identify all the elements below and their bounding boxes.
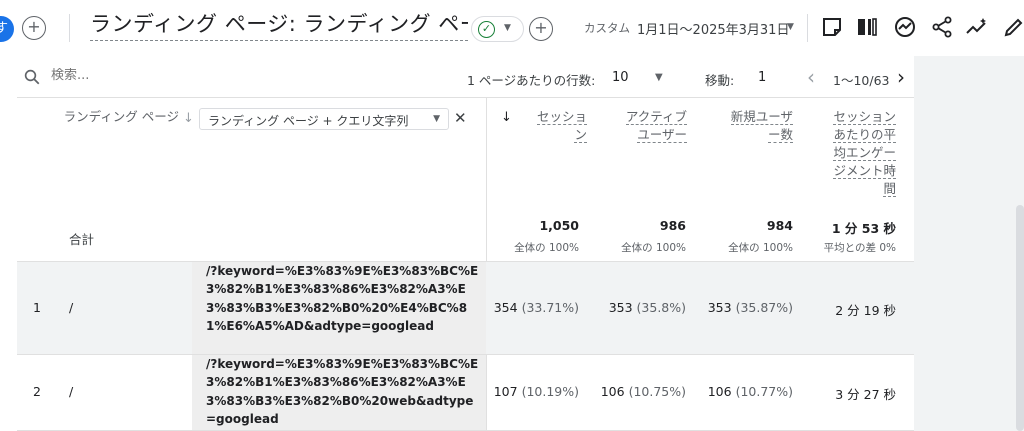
dimension-header[interactable]: ランディング ページ [63, 108, 179, 126]
secondary-dimension-select[interactable]: ランディング ページ + クエリ文字列 ▼ [199, 108, 449, 130]
new-users-cell: 353 (35.87%) [707, 300, 793, 315]
row-number: 1 [33, 300, 41, 315]
chevron-down-icon[interactable]: ▼ [787, 22, 794, 32]
search-input[interactable] [51, 68, 251, 83]
engagement-time-cell: 3 分 27 秒 [835, 387, 896, 402]
table-header: ランディング ページ ↓ ランディング ページ + クエリ文字列 ▼ ✕ ↓ セ… [17, 98, 914, 262]
chevron-down-icon[interactable]: ▼ [655, 72, 663, 83]
page-title[interactable]: ランディング ページ: ランディング ページ [90, 10, 468, 41]
side-panel [914, 56, 1024, 431]
sort-arrow-icon[interactable]: ↓ [183, 111, 194, 126]
chevron-down-icon: ▼ [504, 23, 511, 33]
next-page-button[interactable]: › [897, 65, 905, 89]
total-sub: 全体の 100% [728, 242, 793, 254]
column-header-avg-engagement[interactable]: セッションあたりの平均エンゲージメント時間 [830, 108, 896, 198]
report-table: 1 ページあたりの行数: 10 ▼ 移動: 1 ‹ 1～10/63 › ランディ… [17, 56, 914, 431]
compare-columns-icon[interactable] [855, 15, 879, 39]
share-icon[interactable] [930, 15, 954, 39]
total-sub: 全体の 100% [514, 242, 579, 254]
previous-page-button[interactable]: ‹ [807, 65, 815, 89]
row-secondary-dimension: /?keyword=%E3%83%9E%E3%83%BC%E3%82%B1%E3… [206, 264, 479, 334]
search-icon [24, 69, 40, 85]
total-sub: 全体の 100% [621, 242, 686, 254]
report-page: す + ランディング ページ: ランディング ページ ✓ ▼ + カスタム 1月… [0, 0, 1024, 431]
total-value: 986 [659, 218, 686, 233]
sessions-cell: 354 (33.71%) [493, 300, 579, 315]
edit-note-icon[interactable] [820, 15, 844, 39]
pagination-status: 1～10/63 [833, 73, 890, 88]
active-users-cell: 106 (10.75%) [600, 384, 686, 399]
divider [69, 14, 70, 42]
sessions-cell: 107 (10.19%) [493, 384, 579, 399]
status-dropdown[interactable]: ✓ ▼ [471, 16, 524, 42]
engagement-time-cell: 2 分 19 秒 [835, 303, 896, 318]
column-header-active-users[interactable]: アクティブ ユーザー [617, 108, 687, 144]
date-range-type: カスタム [584, 21, 630, 35]
rows-per-page-label: 1 ページあたりの行数: [467, 73, 596, 88]
add-comparison-button[interactable]: + [22, 16, 46, 40]
total-value: 984 [766, 218, 793, 233]
row-dimension: / [69, 300, 74, 315]
rows-per-page-select[interactable]: 10 [612, 70, 629, 85]
row-secondary-dimension: /?keyword=%E3%83%9E%E3%83%BC%E3%82%B1%E3… [206, 357, 479, 427]
active-users-cell: 353 (35.8%) [608, 300, 686, 315]
row-dimension: / [69, 384, 74, 399]
total-label: 合計 [69, 232, 95, 247]
add-filter-button[interactable]: + [529, 17, 553, 41]
close-icon[interactable]: ✕ [454, 109, 467, 127]
chevron-down-icon: ▼ [433, 114, 440, 124]
goto-label: 移動: [705, 73, 735, 88]
goto-page-input[interactable]: 1 [758, 70, 766, 85]
column-header-sessions[interactable]: セッション [525, 108, 587, 144]
total-value: 1,050 [539, 218, 579, 233]
sort-arrow-icon[interactable]: ↓ [501, 110, 512, 125]
check-circle-icon: ✓ [478, 21, 495, 38]
total-value: 1 分 53 秒 [831, 221, 896, 236]
table-row[interactable]: 2 / /?keyword=%E3%83%9E%E3%83%BC%E3%82%B… [17, 355, 914, 431]
insights-icon[interactable] [893, 15, 917, 39]
divider [807, 14, 808, 42]
secondary-dimension-label: ランディング ページ + クエリ文字列 [208, 114, 409, 128]
pencil-icon[interactable] [1002, 15, 1024, 39]
row-number: 2 [33, 384, 41, 399]
report-header: す + ランディング ページ: ランディング ページ ✓ ▼ + カスタム 1月… [0, 0, 1024, 56]
table-row[interactable]: 1 / /?keyword=%E3%83%9E%E3%83%BC%E3%82%B… [17, 262, 914, 355]
date-range-picker[interactable]: 1月1日～2025年3月31日 [637, 19, 789, 38]
scrollbar[interactable] [1016, 205, 1024, 431]
column-header-new-users[interactable]: 新規ユーザー数 [723, 108, 793, 144]
trend-sparkle-icon[interactable] [965, 15, 989, 39]
user-avatar[interactable]: す [0, 16, 14, 42]
table-toolbar: 1 ページあたりの行数: 10 ▼ 移動: 1 ‹ 1～10/63 › [17, 56, 914, 98]
total-sub: 平均との差 0% [823, 242, 896, 254]
new-users-cell: 106 (10.77%) [707, 384, 793, 399]
